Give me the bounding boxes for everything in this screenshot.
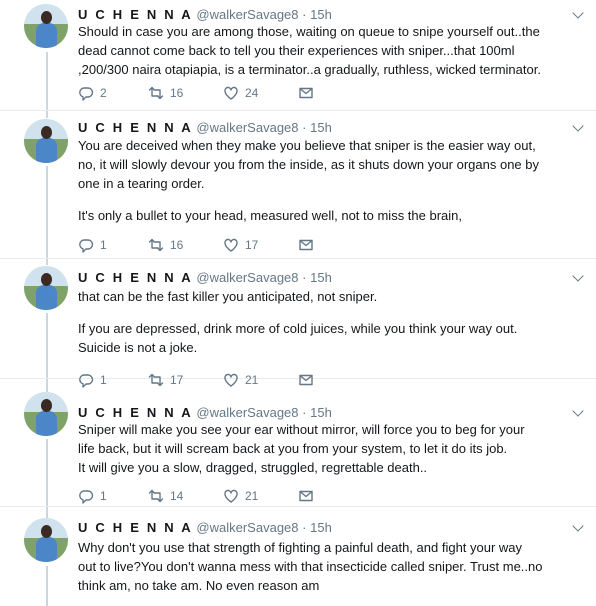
like-count: 24 bbox=[245, 86, 259, 100]
avatar-body bbox=[36, 411, 57, 436]
tweet-text-line: life back, but it will scream back at yo… bbox=[78, 441, 508, 456]
avatar-body bbox=[36, 23, 57, 48]
like-count: 21 bbox=[245, 489, 259, 503]
avatar-head bbox=[41, 525, 52, 538]
tweet-timestamp[interactable]: 15h bbox=[310, 7, 332, 22]
tweet-text-line: It's only a bullet to your head, measure… bbox=[78, 208, 463, 223]
reply-count: 1 bbox=[100, 238, 107, 252]
author-name[interactable]: U C H E N N A bbox=[78, 120, 193, 135]
envelope-icon bbox=[298, 488, 314, 504]
direct-message-button[interactable] bbox=[298, 84, 314, 102]
reply-icon bbox=[78, 85, 94, 101]
envelope-icon bbox=[298, 85, 314, 101]
avatar-head bbox=[41, 126, 52, 139]
author-name[interactable]: U C H E N N A bbox=[78, 270, 193, 285]
author-handle[interactable]: @walkerSavage8 bbox=[196, 270, 298, 285]
retweet-button[interactable]: 14 bbox=[148, 487, 183, 505]
retweet-button[interactable]: 16 bbox=[148, 236, 183, 254]
tweet-text: Sniper will make you see your ear withou… bbox=[78, 420, 538, 477]
heart-icon bbox=[223, 488, 239, 504]
tweet-text-line: dead cannot come back to tell you their … bbox=[78, 43, 515, 58]
author-handle[interactable]: @walkerSavage8 bbox=[196, 520, 298, 535]
retweet-button[interactable]: 16 bbox=[148, 84, 183, 102]
author-name[interactable]: U C H E N N A bbox=[78, 405, 193, 420]
tweet-header: U C H E N N A @walkerSavage8 · 15h bbox=[78, 7, 332, 22]
direct-message-button[interactable] bbox=[298, 236, 314, 254]
avatar[interactable] bbox=[24, 392, 68, 436]
retweet-icon bbox=[148, 85, 164, 101]
tweet-text-line: that can be the fast killer you anticipa… bbox=[78, 289, 378, 304]
retweet-count: 14 bbox=[170, 489, 184, 503]
avatar-head bbox=[41, 399, 52, 412]
envelope-icon bbox=[298, 237, 314, 253]
reply-button[interactable]: 1 bbox=[78, 236, 107, 254]
separator-dot: · bbox=[302, 405, 307, 420]
tweet-text: Why don't you use that strength of fight… bbox=[78, 538, 543, 595]
tweet-header: U C H E N N A @walkerSavage8 · 15h bbox=[78, 270, 332, 285]
author-name[interactable]: U C H E N N A bbox=[78, 7, 193, 22]
tweet-text: Should in case you are among those, wait… bbox=[78, 22, 541, 79]
reply-icon bbox=[78, 237, 94, 253]
retweet-count: 16 bbox=[170, 238, 184, 252]
tweet-text: You are deceived when they make you beli… bbox=[78, 136, 540, 225]
tweet-text-line: ,200/300 naira otapiapia, is a terminato… bbox=[78, 62, 541, 77]
tweet-timestamp[interactable]: 15h bbox=[310, 270, 332, 285]
tweet-timestamp[interactable]: 15h bbox=[310, 120, 332, 135]
avatar[interactable] bbox=[24, 266, 68, 310]
tweet-text-line: Sniper will make you see your ear withou… bbox=[78, 422, 525, 437]
heart-icon bbox=[223, 85, 239, 101]
reply-button[interactable]: 2 bbox=[78, 84, 107, 102]
avatar[interactable] bbox=[24, 518, 68, 562]
like-button[interactable]: 17 bbox=[223, 236, 258, 254]
reply-count: 1 bbox=[100, 489, 107, 503]
separator-dot: · bbox=[302, 120, 307, 135]
retweet-icon bbox=[148, 237, 164, 253]
like-count: 17 bbox=[245, 238, 259, 252]
author-handle[interactable]: @walkerSavage8 bbox=[196, 405, 298, 420]
tweet-header: U C H E N N A @walkerSavage8 · 15h bbox=[78, 120, 332, 135]
tweet-header: U C H E N N A @walkerSavage8 · 15h bbox=[78, 405, 332, 420]
tweet-header: U C H E N N A @walkerSavage8 · 15h bbox=[78, 520, 332, 535]
avatar-head bbox=[41, 273, 52, 286]
author-handle[interactable]: @walkerSavage8 bbox=[196, 120, 298, 135]
tweet-text-line: think am, no take am. No even reason am bbox=[78, 578, 320, 593]
reply-icon bbox=[78, 488, 94, 504]
tweet-text-line: It will give you a slow, dragged, strugg… bbox=[78, 460, 428, 475]
separator-dot: · bbox=[302, 7, 307, 22]
separator-dot: · bbox=[302, 270, 307, 285]
tweet-text-line: no, it will slowly devour you from the i… bbox=[78, 157, 540, 172]
tweet-text-line: If you are depressed, drink more of cold… bbox=[78, 321, 518, 336]
tweet-text-line: out to live?You don't wanna mess with th… bbox=[78, 559, 543, 574]
tweet-timestamp[interactable]: 15h bbox=[310, 405, 332, 420]
avatar[interactable] bbox=[24, 119, 68, 163]
retweet-count: 16 bbox=[170, 86, 184, 100]
tweet-text: that can be the fast killer you anticipa… bbox=[78, 287, 538, 357]
tweet-timestamp[interactable]: 15h bbox=[310, 520, 332, 535]
tweet-text-line: Should in case you are among those, wait… bbox=[78, 24, 540, 39]
reply-count: 2 bbox=[100, 86, 107, 100]
retweet-icon bbox=[148, 488, 164, 504]
author-name[interactable]: U C H E N N A bbox=[78, 520, 193, 535]
tweet-text-line: one in a tearing order. bbox=[78, 176, 205, 191]
avatar-body bbox=[36, 537, 57, 562]
avatar-body bbox=[36, 285, 57, 310]
like-button[interactable]: 21 bbox=[223, 487, 258, 505]
separator-dot: · bbox=[302, 520, 307, 535]
author-handle[interactable]: @walkerSavage8 bbox=[196, 7, 298, 22]
tweet-text-line: Suicide is not a joke. bbox=[78, 340, 198, 355]
tweet-text-line: You are deceived when they make you beli… bbox=[78, 138, 536, 153]
direct-message-button[interactable] bbox=[298, 487, 314, 505]
avatar[interactable] bbox=[24, 4, 68, 48]
avatar-body bbox=[36, 138, 57, 163]
reply-button[interactable]: 1 bbox=[78, 487, 107, 505]
like-button[interactable]: 24 bbox=[223, 84, 258, 102]
tweet-text-line: Why don't you use that strength of fight… bbox=[78, 540, 523, 555]
avatar-head bbox=[41, 11, 52, 24]
heart-icon bbox=[223, 237, 239, 253]
